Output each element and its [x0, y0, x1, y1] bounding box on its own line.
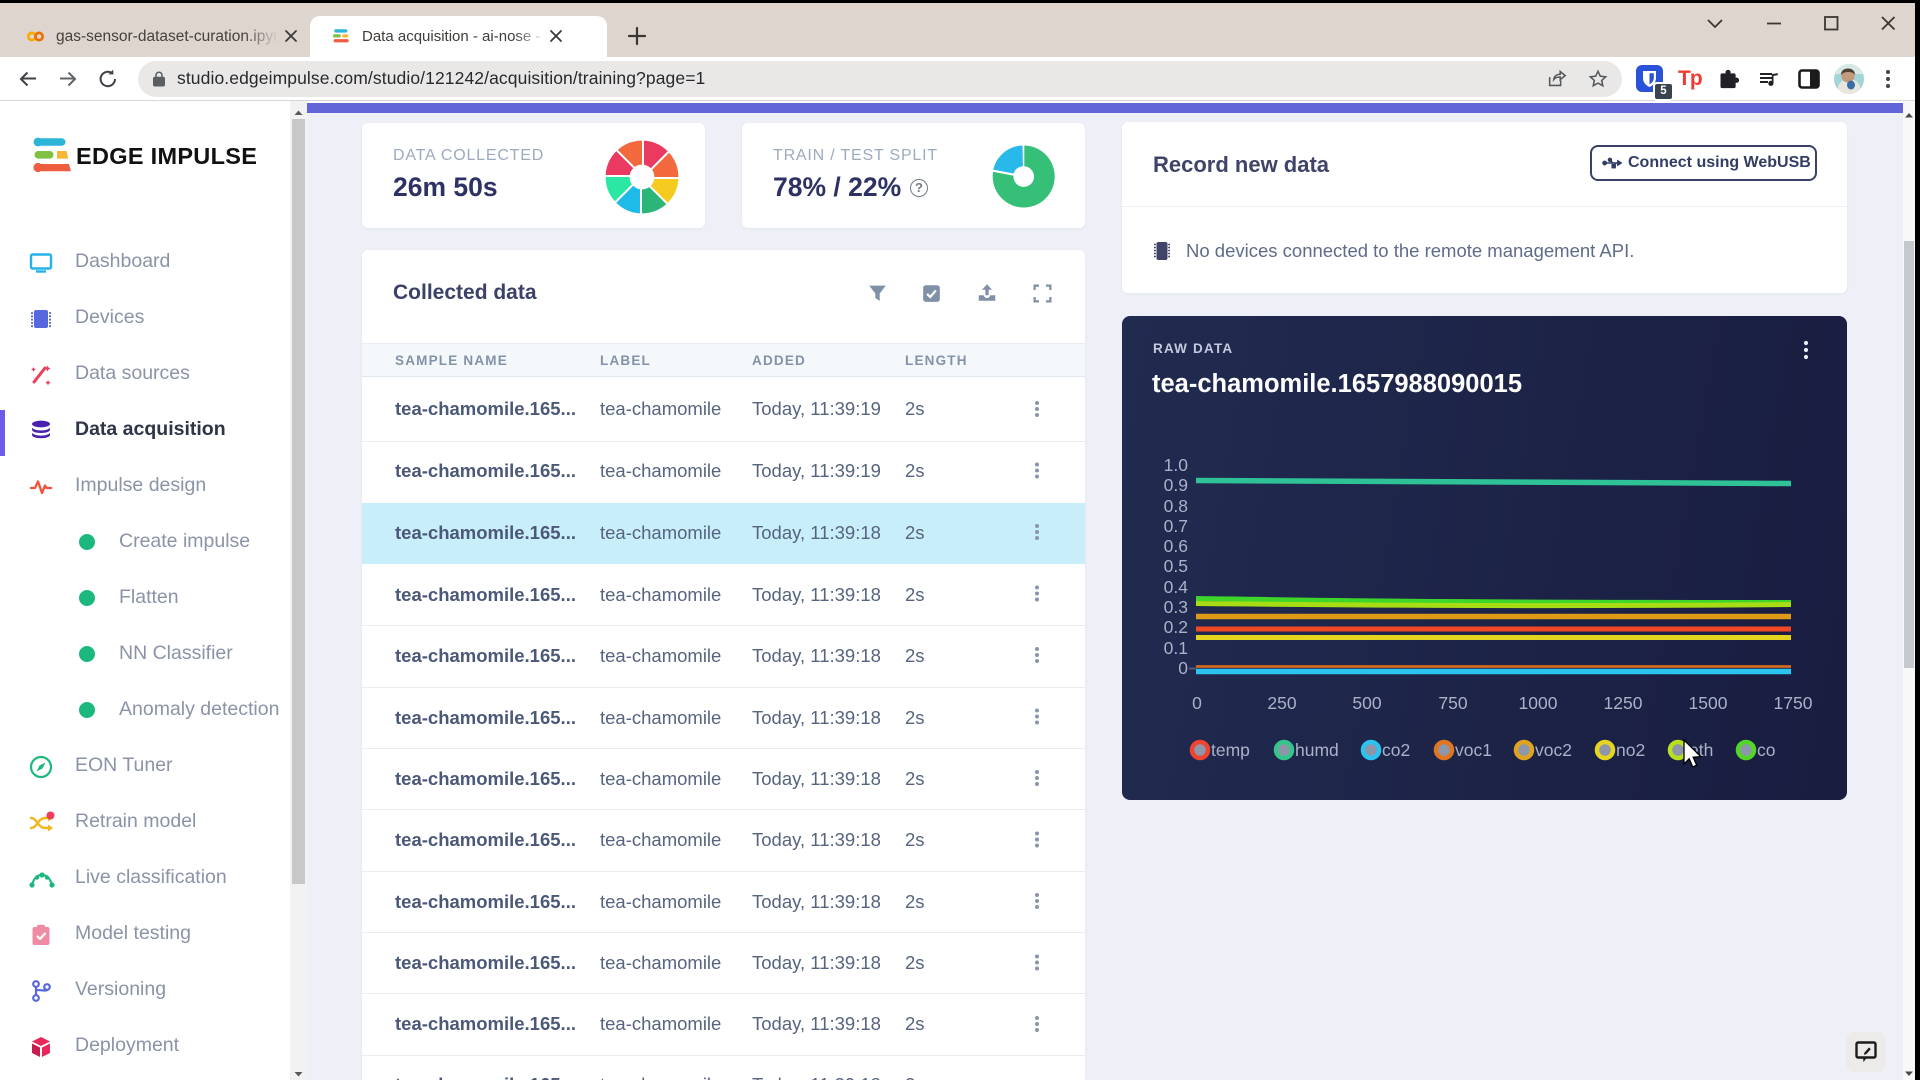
svg-text:1.0: 1.0	[1164, 455, 1189, 475]
svg-text:voc1: voc1	[1455, 740, 1492, 760]
svg-text:co2: co2	[1382, 740, 1410, 760]
svg-text:humd: humd	[1295, 740, 1339, 760]
svg-text:1750: 1750	[1774, 693, 1813, 713]
svg-text:0.9: 0.9	[1164, 475, 1188, 495]
svg-text:500: 500	[1352, 693, 1381, 713]
svg-text:no2: no2	[1616, 740, 1645, 760]
svg-text:0.3: 0.3	[1164, 597, 1188, 617]
svg-text:co: co	[1757, 740, 1775, 760]
svg-text:750: 750	[1438, 693, 1467, 713]
svg-text:1500: 1500	[1689, 693, 1728, 713]
svg-text:0: 0	[1178, 658, 1188, 678]
svg-text:1250: 1250	[1604, 693, 1643, 713]
svg-text:250: 250	[1267, 693, 1296, 713]
svg-text:0.6: 0.6	[1164, 536, 1188, 556]
svg-text:temp: temp	[1211, 740, 1250, 760]
svg-text:0.2: 0.2	[1164, 617, 1188, 637]
svg-text:0.8: 0.8	[1164, 496, 1188, 516]
svg-text:0.5: 0.5	[1164, 556, 1188, 576]
svg-text:0.4: 0.4	[1164, 577, 1189, 597]
svg-text:voc2: voc2	[1535, 740, 1572, 760]
svg-text:0.1: 0.1	[1164, 638, 1188, 658]
svg-text:1000: 1000	[1519, 693, 1558, 713]
svg-text:0: 0	[1192, 693, 1202, 713]
svg-text:0.7: 0.7	[1164, 516, 1188, 536]
